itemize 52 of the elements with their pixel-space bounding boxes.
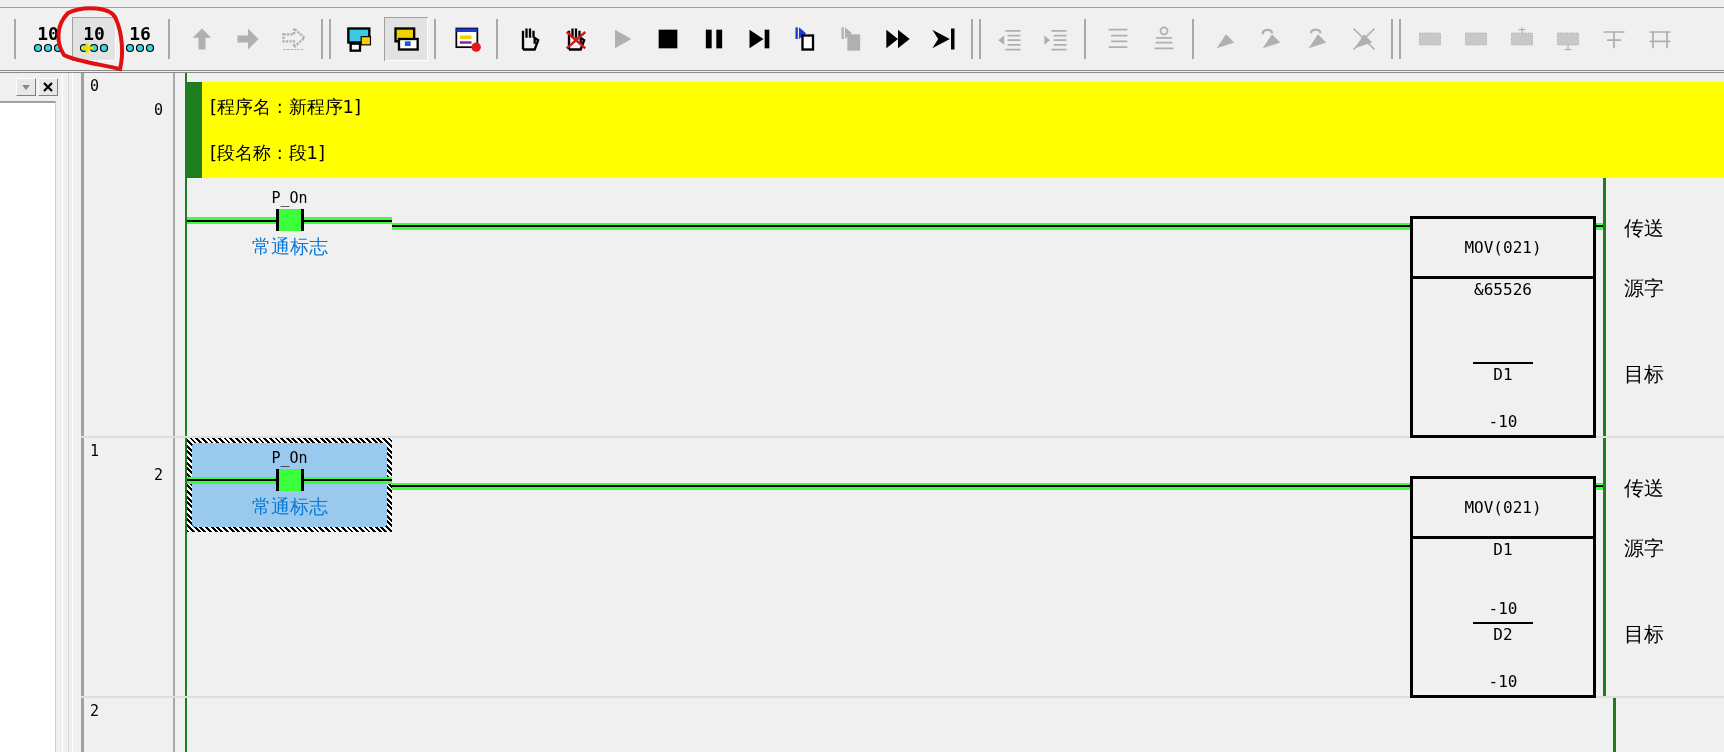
instruction-label: 传送 — [1624, 216, 1665, 242]
operand-label: 目标 — [1624, 622, 1665, 648]
contact-comment: 常通标志 — [251, 234, 328, 259]
comment-text: [段名称 : 段1] — [210, 141, 325, 165]
step-number: 0 — [153, 101, 163, 119]
window-icon — [454, 25, 482, 53]
monitor-icon — [392, 25, 420, 53]
comment-text: [程序名 : 新程序1] — [210, 95, 361, 119]
toolbar-button[interactable]: 16 — [118, 17, 162, 61]
instruction-label: 传送 — [1624, 476, 1665, 502]
instruction-block[interactable]: MOV(021) &65526 D1 -10 — [1410, 216, 1596, 438]
selected-contact[interactable]: P_On 常通标志 — [187, 438, 392, 532]
close-icon — [43, 82, 53, 92]
rung-number: 2 — [90, 702, 100, 720]
toolbar-grip — [971, 19, 981, 59]
operand: D2 — [1493, 624, 1513, 646]
operand: D1 — [1493, 364, 1513, 386]
contact-icon — [275, 469, 304, 491]
wire — [1596, 223, 1603, 230]
coils-plus-icon — [79, 43, 109, 53]
contact-symbol: P_On — [271, 188, 308, 209]
operand: &65526 — [1474, 279, 1532, 301]
instruction-mnemonic: MOV(021) — [1464, 496, 1542, 519]
dropdown-button[interactable] — [16, 78, 36, 96]
coils-icon — [33, 43, 63, 53]
wire — [1596, 483, 1603, 490]
coils-icon — [125, 43, 155, 53]
operand-label: 源字 — [1624, 536, 1665, 562]
operand-value: -10 — [1488, 411, 1518, 433]
contact-comment: 常通标志 — [251, 494, 328, 519]
operand: D1 — [1493, 539, 1513, 561]
pen-icon — [1350, 25, 1378, 53]
operand-label: 源字 — [1624, 276, 1665, 302]
caret-icon — [21, 83, 31, 91]
instruction-block[interactable]: MOV(021) D1 -10 D2 -10 — [1410, 476, 1596, 698]
operand-label: 目标 — [1624, 362, 1665, 388]
contact-icon — [275, 209, 304, 231]
toolbar-button[interactable] — [384, 17, 428, 61]
instruction-mnemonic: MOV(021) — [1464, 236, 1542, 259]
toolbar-grip — [321, 19, 331, 59]
monitor-lock-icon — [346, 25, 374, 53]
contact-symbol: P_On — [271, 448, 308, 469]
rung-number: 1 — [90, 442, 100, 460]
toolbar-button[interactable]: 10 — [72, 17, 116, 61]
close-button[interactable] — [38, 78, 58, 96]
toolbar-button[interactable]: 10 — [26, 17, 70, 61]
contact-cell[interactable]: P_On 常通标志 — [187, 178, 392, 272]
operand-value: -10 — [1488, 671, 1518, 693]
step-number: 2 — [153, 466, 163, 484]
operand-value: -10 — [1488, 598, 1518, 620]
rung-number: 0 — [90, 77, 100, 95]
toolbar-grip — [1391, 19, 1401, 59]
